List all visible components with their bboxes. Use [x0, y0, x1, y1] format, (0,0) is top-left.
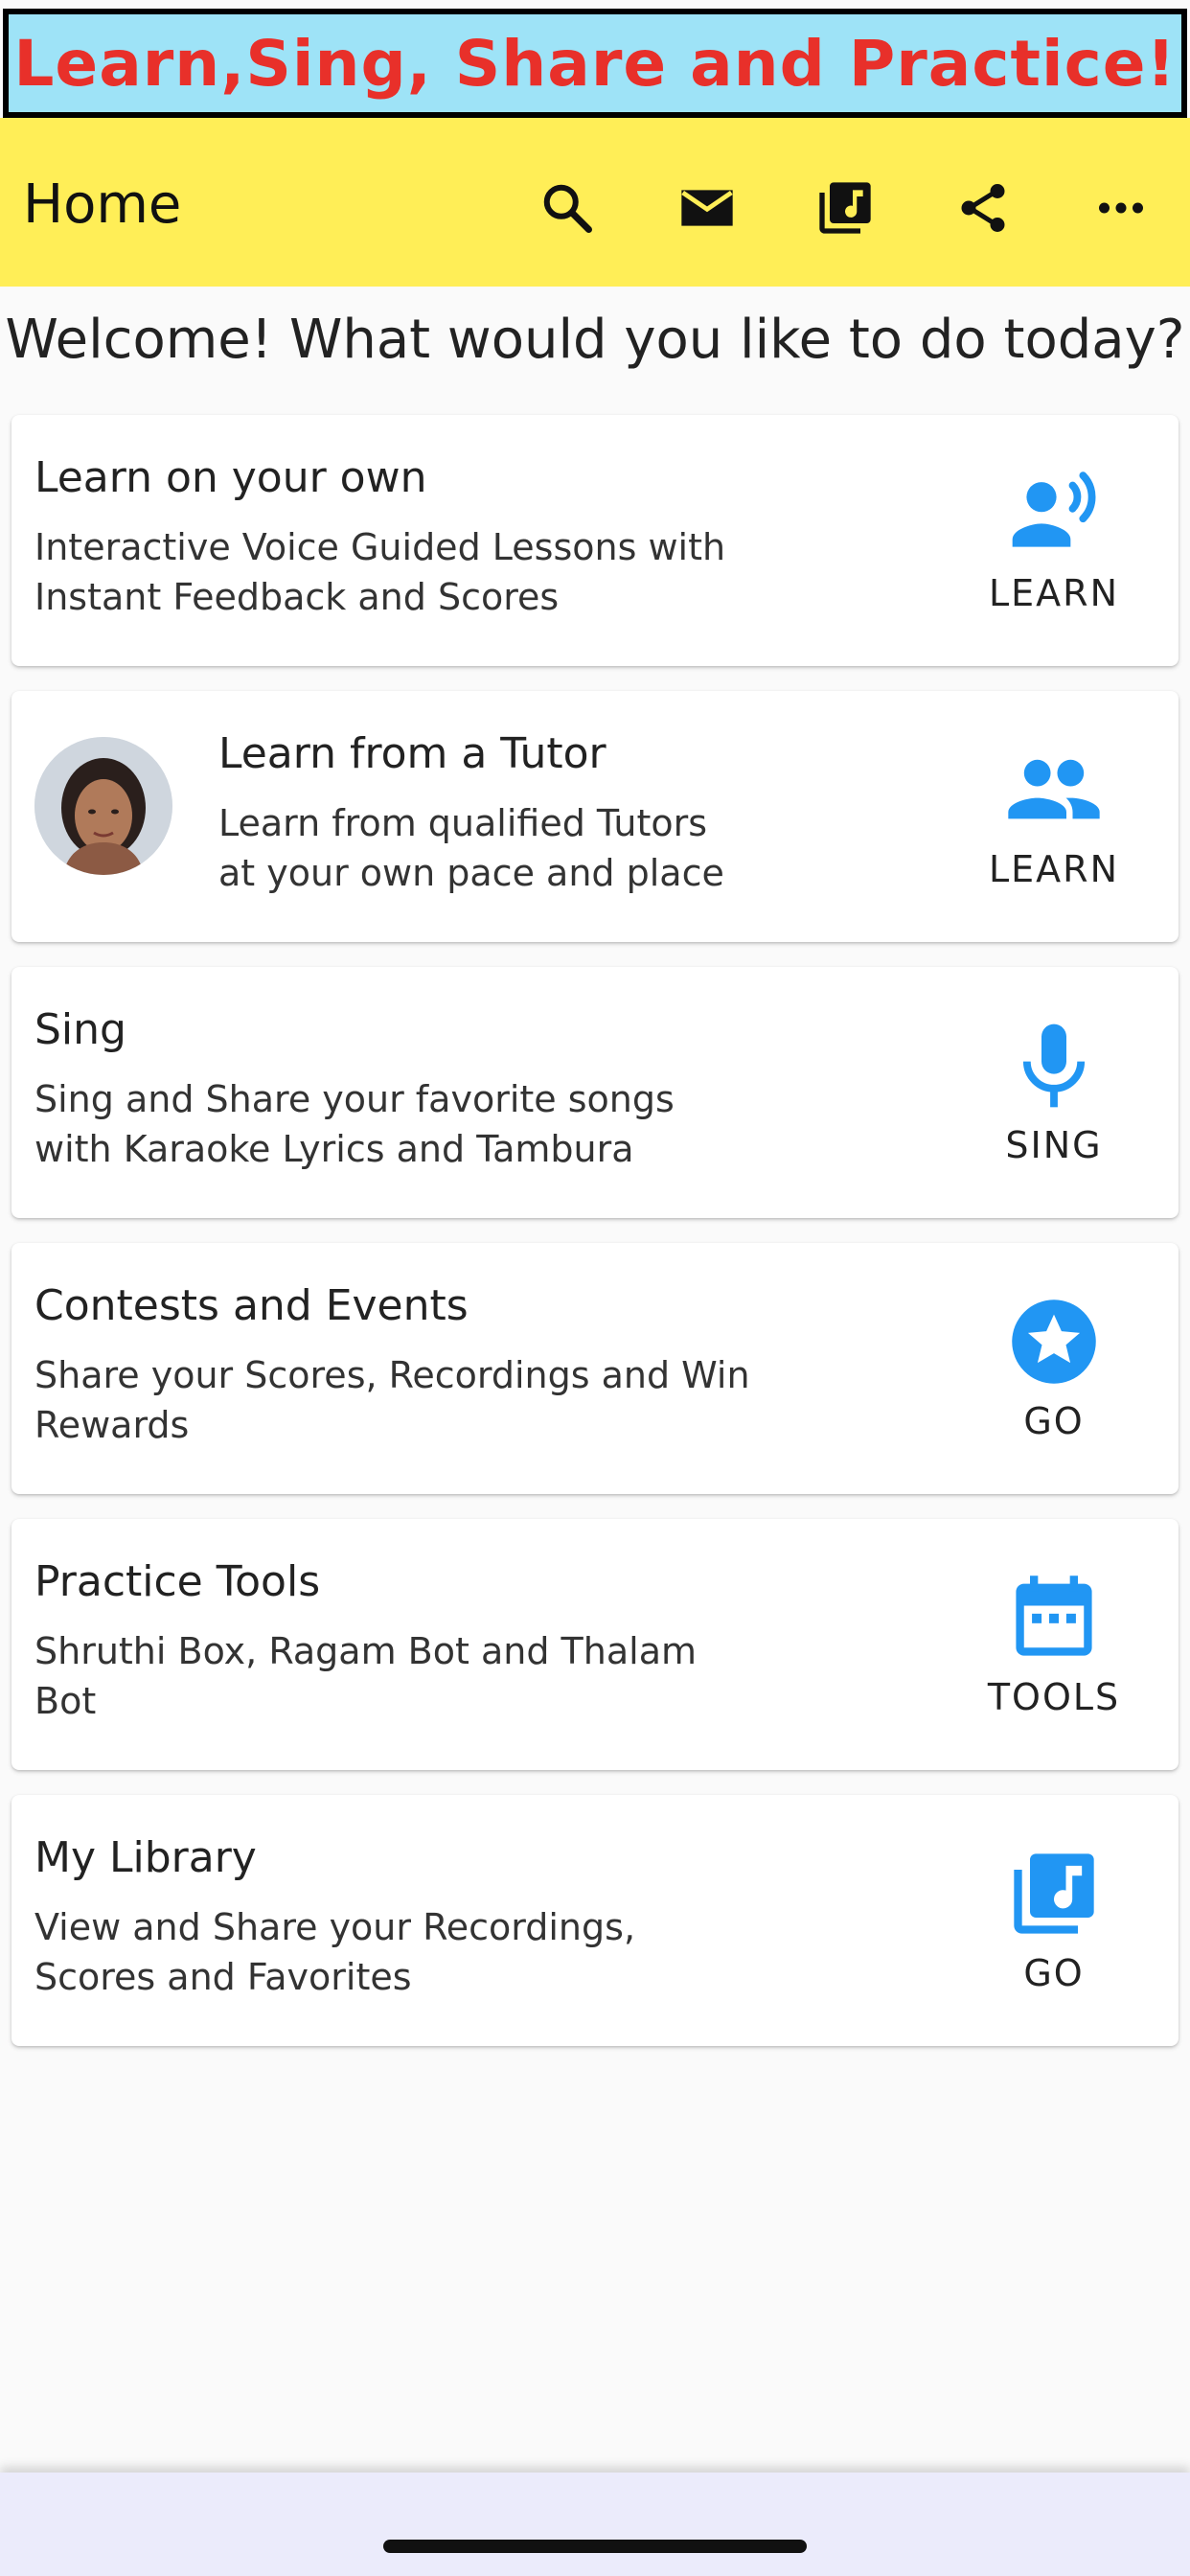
card-learn-tutor[interactable]: Learn from a Tutor Learn from qualified … [11, 691, 1179, 942]
system-nav-bar [0, 2472, 1190, 2576]
music-library-icon[interactable] [811, 173, 880, 242]
microphone-icon [1001, 1013, 1107, 1118]
card-my-library[interactable]: My Library View and Share your Recording… [11, 1795, 1179, 2046]
card-practice-tools[interactable]: Practice Tools Shruthi Box, Ragam Bot an… [11, 1519, 1179, 1770]
home-indicator[interactable] [383, 2540, 807, 2553]
card-subtitle: Sing and Share your favorite songs with … [34, 1078, 675, 1170]
card-title: Learn on your own [34, 453, 427, 502]
learn-tutor-button[interactable]: LEARN [958, 737, 1150, 900]
card-title: Sing [34, 1005, 126, 1054]
action-label: SING [1005, 1124, 1103, 1166]
contests-go-button[interactable]: GO [958, 1289, 1150, 1452]
calendar-icon [1001, 1565, 1107, 1670]
more-icon[interactable] [1087, 173, 1156, 242]
people-icon [1001, 737, 1107, 842]
card-contests[interactable]: Contests and Events Share your Scores, R… [11, 1243, 1179, 1494]
card-title: My Library [34, 1833, 257, 1882]
page-title: Home [23, 173, 182, 236]
card-subtitle: Interactive Voice Guided Lessons with In… [34, 526, 726, 618]
action-label: LEARN [988, 848, 1119, 890]
tutor-avatar [34, 737, 172, 875]
learn-button[interactable]: LEARN [958, 461, 1150, 624]
card-subtitle: Share your Scores, Recordings and Win Re… [34, 1354, 750, 1446]
library-go-button[interactable]: GO [958, 1841, 1150, 2004]
tools-button[interactable]: TOOLS [958, 1565, 1150, 1728]
card-title: Learn from a Tutor [218, 729, 606, 778]
action-label: GO [1023, 1400, 1085, 1442]
search-icon[interactable] [533, 173, 602, 242]
action-label: TOOLS [987, 1676, 1121, 1718]
mail-icon[interactable] [673, 173, 742, 242]
welcome-heading: Welcome! What would you like to do today… [5, 309, 1185, 371]
action-label: GO [1023, 1952, 1085, 1994]
voice-speaking-icon [1001, 461, 1107, 566]
star-circle-icon [1001, 1289, 1107, 1394]
card-subtitle: Learn from qualified Tutors at your own … [218, 802, 724, 894]
card-subtitle: Shruthi Box, Ragam Bot and Thalam Bot [34, 1630, 697, 1722]
card-title: Practice Tools [34, 1557, 321, 1606]
card-learn-own[interactable]: Learn on your own Interactive Voice Guid… [11, 415, 1179, 666]
card-subtitle: View and Share your Recordings, Scores a… [34, 1906, 636, 1998]
promo-banner: Learn,Sing, Share and Practice! [3, 9, 1187, 118]
action-label: LEARN [988, 572, 1119, 614]
app-bar: Home [0, 118, 1190, 287]
card-title: Contests and Events [34, 1281, 469, 1330]
card-sing[interactable]: Sing Sing and Share your favorite songs … [11, 967, 1179, 1218]
sing-button[interactable]: SING [958, 1013, 1150, 1176]
share-icon[interactable] [949, 173, 1018, 242]
banner-text: Learn,Sing, Share and Practice! [13, 26, 1177, 101]
music-library-icon [1001, 1841, 1107, 1946]
